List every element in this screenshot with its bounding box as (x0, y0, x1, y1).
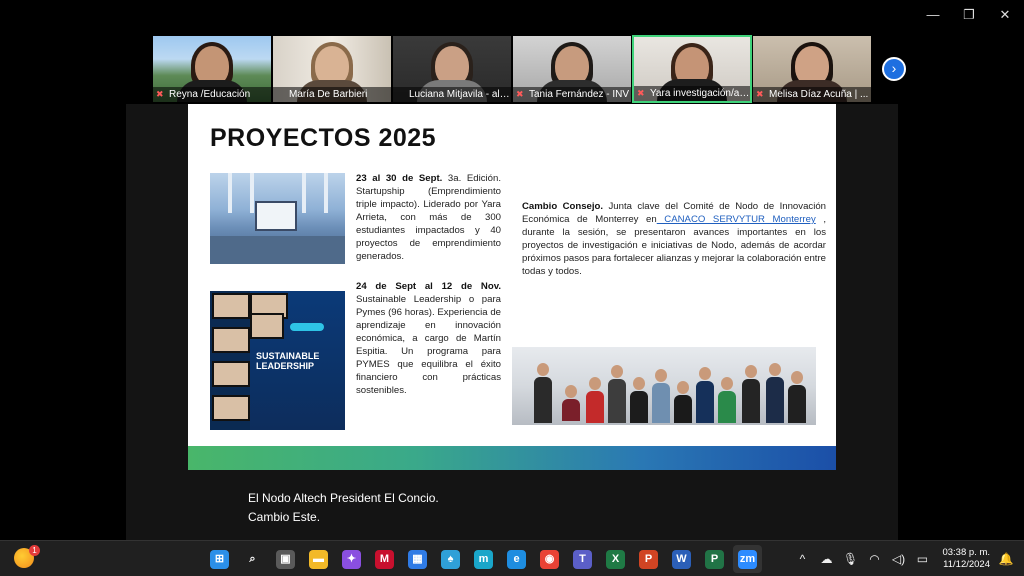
participant-tile[interactable]: Luciana Mitjavila - alianz... (392, 35, 512, 103)
next-page-button[interactable]: › (882, 57, 906, 81)
system-tray: ^ ☁ 🎙 ◠ ◁) ▭ 03:38 p. m. 11/12/2024 🔔 (794, 547, 1014, 571)
task-view-icon: ▣ (276, 549, 295, 569)
group-photo (512, 347, 816, 425)
clock-date: 11/12/2024 (943, 559, 990, 570)
mcafee-icon: M (375, 549, 394, 569)
live-captions: El Nodo Altech President El Concio. Camb… (248, 489, 439, 527)
mic-muted-icon: ✖ (756, 89, 764, 99)
presentation-slide: PROYECTOS 2025 SUSTAINABLE LEADERSHIP 23… (188, 104, 836, 470)
notification-badge: 1 (29, 545, 40, 556)
project-sustainable-leadership: 24 de Sept al 12 de Nov. Sustainable Lea… (356, 281, 501, 396)
zoom-icon: zm (738, 549, 757, 569)
mic-muted-icon: ✖ (156, 89, 164, 99)
participant-name: Luciana Mitjavila - alianz... (393, 87, 511, 102)
word-taskbar-button[interactable]: W (667, 545, 696, 573)
participant-tile[interactable]: ✖ Reyna /Educación (152, 35, 272, 103)
weather-widget[interactable]: 1 (14, 545, 40, 570)
caption-line: El Nodo Altech President El Concio. (248, 491, 439, 505)
project-icon: P (705, 549, 724, 569)
store-taskbar-button[interactable]: ▦ (403, 545, 432, 573)
window-controls: — ❐ ✕ (922, 6, 1016, 24)
excel-taskbar-button[interactable]: X (601, 545, 630, 573)
taskbar-apps: ⊞ ⌕ ▣ ▬ ✦ M ▦ ♠ m e ◉ T X P W Pzm (205, 545, 762, 573)
project-cambio-consejo: Cambio Consejo. Junta clave del Comité d… (522, 201, 827, 277)
task-view-taskbar-button[interactable]: ▣ (271, 545, 300, 573)
zoom-taskbar-button[interactable]: zm (733, 545, 762, 573)
mic-muted-icon: ✖ (637, 88, 645, 98)
participant-strip: ✖ Reyna /Educación María De Barbieri Luci… (152, 35, 872, 103)
participant-name: ✖ Melisa Díaz Acuña | ... (753, 87, 871, 102)
slide-title: PROYECTOS 2025 (210, 124, 437, 152)
clock[interactable]: 03:38 p. m. 11/12/2024 (942, 547, 990, 571)
project-taskbar-button[interactable]: P (700, 545, 729, 573)
chrome-taskbar-button[interactable]: ◉ (535, 545, 564, 573)
clock-time: 03:38 p. m. (942, 547, 990, 558)
store-icon: ▦ (408, 549, 427, 569)
excel-icon: X (606, 549, 625, 569)
teams-icon: T (573, 549, 592, 569)
maximize-button[interactable]: ❐ (958, 6, 980, 24)
powerpoint-taskbar-button[interactable]: P (634, 545, 663, 573)
copilot-icon: ✦ (342, 549, 361, 569)
mulpa-taskbar-button[interactable]: m (469, 545, 498, 573)
start-icon: ⊞ (210, 549, 229, 569)
start-taskbar-button[interactable]: ⊞ (205, 545, 234, 573)
shared-screen: PROYECTOS 2025 SUSTAINABLE LEADERSHIP 23… (126, 104, 898, 540)
chevron-up-icon[interactable]: ^ (794, 551, 810, 567)
caption-line: Cambio Este. (248, 510, 321, 524)
slide-footer-bar (188, 446, 836, 470)
microphone-icon[interactable]: 🎙 (842, 551, 858, 567)
solitaire-taskbar-button[interactable]: ♠ (436, 545, 465, 573)
participant-name: ✖Yara investigación/alianz... (634, 86, 750, 101)
sustainable-leadership-poster: SUSTAINABLE LEADERSHIP (210, 277, 345, 430)
onedrive-icon[interactable]: ☁ (818, 551, 834, 567)
project-startupship: 23 al 30 de Sept. 3a. Edición. Startupsh… (356, 173, 501, 262)
participant-name: María De Barbieri (273, 87, 391, 102)
canaco-link[interactable]: CANACO SERVYTUR Monterrey (657, 214, 815, 225)
wifi-icon[interactable]: ◠ (866, 551, 882, 567)
virtual-event-image (210, 173, 345, 264)
copilot-taskbar-button[interactable]: ✦ (337, 545, 366, 573)
participant-name: ✖ Tania Fernández - INV (513, 87, 631, 102)
participant-name: ✖ Reyna /Educación (153, 87, 271, 102)
edge-taskbar-button[interactable]: e (502, 545, 531, 573)
participant-tile[interactable]: ✖ Melisa Díaz Acuña | ... (752, 35, 872, 103)
participant-tile[interactable]: María De Barbieri (272, 35, 392, 103)
edge-icon: e (507, 549, 526, 569)
search-taskbar-button[interactable]: ⌕ (238, 545, 267, 573)
word-icon: W (672, 549, 691, 569)
notifications-bell-icon[interactable]: 🔔 (998, 551, 1014, 567)
participant-tile[interactable]: ✖ Tania Fernández - INV (512, 35, 632, 103)
chrome-icon: ◉ (540, 549, 559, 569)
file-explorer-icon: ▬ (309, 549, 328, 569)
mcafee-taskbar-button[interactable]: M (370, 545, 399, 573)
mic-muted-icon: ✖ (516, 89, 524, 99)
close-button[interactable]: ✕ (994, 6, 1016, 24)
mulpa-icon: m (474, 549, 493, 569)
windows-taskbar: 1 ⊞ ⌕ ▣ ▬ ✦ M ▦ ♠ m e ◉ T X P W Pzm ^ ☁ 🎙 ◠ ◁) ▭ 03:38 … (0, 540, 1024, 576)
volume-icon[interactable]: ◁) (890, 551, 906, 567)
file-explorer-taskbar-button[interactable]: ▬ (304, 545, 333, 573)
zoom-window: — ❐ ✕ ✖ Reyna /Educación María De Barbier… (0, 0, 1024, 540)
solitaire-icon: ♠ (441, 549, 460, 569)
battery-icon[interactable]: ▭ (914, 551, 930, 567)
search-icon: ⌕ (243, 549, 262, 569)
poster-title: SUSTAINABLE LEADERSHIP (256, 351, 320, 371)
powerpoint-icon: P (639, 549, 658, 569)
minimize-button[interactable]: — (922, 6, 944, 24)
participant-tile-active-speaker[interactable]: ✖Yara investigación/alianz... (632, 35, 752, 103)
teams-taskbar-button[interactable]: T (568, 545, 597, 573)
